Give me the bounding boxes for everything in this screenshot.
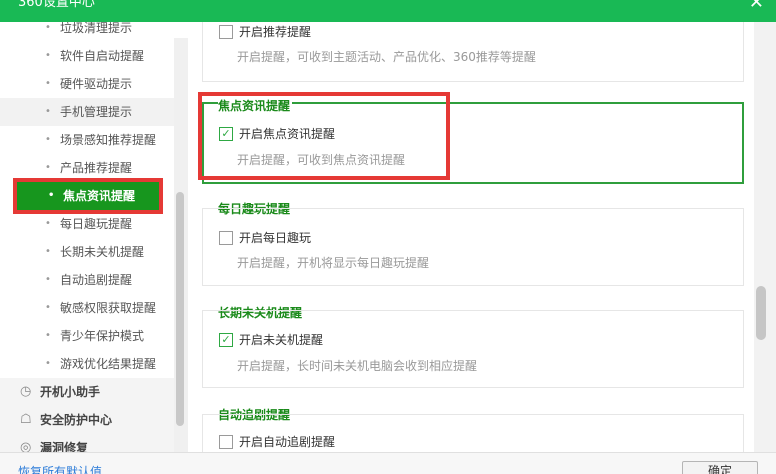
bullet-icon: •	[45, 274, 51, 285]
longrun-checkbox-checked-icon[interactable]: ✓	[219, 333, 233, 347]
sidebar-item-junk-clean[interactable]: • 垃圾清理提示	[0, 22, 174, 42]
sidebar-item-daily-fun[interactable]: • 每日趣玩提醒	[0, 210, 174, 238]
bullet-icon: •	[45, 78, 51, 89]
longrun-description: 开启提醒，长时间未关机电脑会收到相应提醒	[237, 359, 478, 373]
sidebar-section-boot-assistant[interactable]: ◷ 开机小助手	[0, 378, 174, 406]
settings-panel: 开启推荐提醒 开启提醒，可收到主题活动、产品优化、360推荐等提醒 焦点资讯提醒…	[188, 22, 776, 452]
bullet-icon: •	[45, 330, 51, 341]
bullet-icon: •	[45, 162, 51, 173]
bullet-icon: •	[45, 218, 51, 229]
recommend-checkbox[interactable]	[219, 25, 233, 39]
sidebar-section-security[interactable]: ☖ 安全防护中心	[0, 406, 174, 434]
bullet-icon: •	[45, 22, 51, 33]
window-title: 360设置中心	[18, 0, 95, 10]
clock-icon: ◷	[20, 384, 32, 399]
sidebar-item-game[interactable]: • 游戏优化结果提醒	[0, 350, 174, 378]
sidebar-item-autostart[interactable]: • 软件自启动提醒	[0, 42, 174, 70]
sidebar-item-permission[interactable]: • 敏感权限获取提醒	[0, 294, 174, 322]
shield-icon: ☖	[20, 412, 32, 427]
reset-defaults-link[interactable]: 恢复所有默认值	[18, 463, 102, 474]
sidebar-section-vuln-fix[interactable]: ◎ 漏洞修复	[0, 434, 174, 452]
sidebar-item-phone[interactable]: • 手机管理提示	[0, 98, 174, 126]
sidebar-item-focus-news[interactable]: • 焦点资讯提醒	[14, 179, 162, 213]
daily-checkbox[interactable]	[219, 231, 233, 245]
bullet-icon: •	[45, 246, 51, 257]
bullet-icon: •	[48, 190, 55, 201]
bullet-icon: •	[45, 134, 51, 145]
highlight-frame	[198, 92, 450, 180]
sidebar: • 垃圾清理提示 • 软件自启动提醒 • 硬件驱动提示 • 手机管理提示 • 场景感知推荐…	[0, 22, 188, 452]
sidebar-scrollbar-thumb[interactable]	[176, 192, 184, 426]
sidebar-item-youth[interactable]: • 青少年保护模式	[0, 322, 174, 350]
sidebar-item-product[interactable]: • 产品推荐提醒	[0, 154, 174, 182]
content-scrollbar-thumb[interactable]	[756, 286, 766, 340]
patch-icon: ◎	[20, 440, 32, 452]
sidebar-item-long-running[interactable]: • 长期未关机提醒	[0, 238, 174, 266]
sidebar-item-scene[interactable]: • 场景感知推荐提醒	[0, 126, 174, 154]
recommend-description: 开启提醒，可收到主题活动、产品优化、360推荐等提醒	[237, 50, 536, 64]
daily-description: 开启提醒，开机将显示每日趣玩提醒	[237, 256, 430, 270]
content-scrollbar[interactable]	[754, 22, 776, 452]
group-long-running	[202, 310, 744, 388]
bullet-icon: •	[45, 302, 51, 313]
group-daily-fun	[202, 208, 744, 286]
title-bar: 360设置中心 ✕	[0, 0, 776, 22]
bullet-icon: •	[45, 358, 51, 369]
sidebar-item-auto-drama[interactable]: • 自动追剧提醒	[0, 266, 174, 294]
close-icon[interactable]: ✕	[749, 0, 764, 14]
footer-bar: 恢复所有默认值 确定	[0, 452, 776, 474]
drama-checkbox[interactable]	[219, 435, 233, 449]
sidebar-item-driver[interactable]: • 硬件驱动提示	[0, 70, 174, 98]
ok-button[interactable]: 确定	[682, 461, 758, 474]
bullet-icon: •	[45, 50, 51, 61]
bullet-icon: •	[45, 106, 51, 117]
